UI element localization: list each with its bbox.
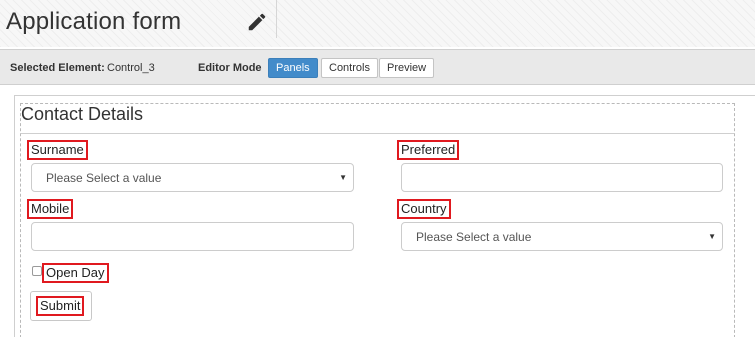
country-select[interactable]: Please Select a value ▼: [401, 222, 723, 251]
header-divider: [276, 0, 277, 38]
contact-details-panel[interactable]: [20, 103, 735, 337]
open-day-checkbox[interactable]: [32, 266, 42, 276]
panel-title: Contact Details: [21, 104, 144, 124]
country-label[interactable]: Country: [397, 199, 451, 219]
pencil-icon[interactable]: [246, 11, 268, 33]
editor-toolbar: Selected Element: Control_3 Editor Mode …: [0, 49, 755, 85]
surname-select[interactable]: Please Select a value ▼: [31, 163, 354, 192]
caret-down-icon: ▼: [708, 232, 716, 241]
mode-controls-button[interactable]: Controls: [321, 58, 378, 78]
preferred-label[interactable]: Preferred: [397, 140, 460, 160]
surname-select-value: Please Select a value: [46, 171, 162, 185]
mobile-label[interactable]: Mobile: [27, 199, 74, 219]
page-title: Application form: [6, 8, 182, 35]
selected-element-label: Selected Element:: [10, 62, 105, 74]
editor-mode-label: Editor Mode: [198, 62, 262, 74]
open-day-label[interactable]: Open Day: [42, 263, 109, 283]
submit-button[interactable]: Submit: [30, 291, 92, 321]
surname-label[interactable]: Surname: [27, 140, 88, 160]
panel-title-divider: [21, 133, 734, 134]
mode-panels-button[interactable]: Panels: [268, 58, 318, 78]
mode-preview-button[interactable]: Preview: [379, 58, 435, 78]
selected-element-value: Control_3: [107, 62, 155, 74]
country-select-value: Please Select a value: [416, 230, 532, 244]
page-header: Application form: [0, 0, 755, 47]
caret-down-icon: ▼: [339, 173, 347, 182]
preferred-input[interactable]: [401, 163, 723, 192]
mobile-input[interactable]: [31, 222, 354, 251]
submit-button-label: Submit: [36, 296, 85, 316]
